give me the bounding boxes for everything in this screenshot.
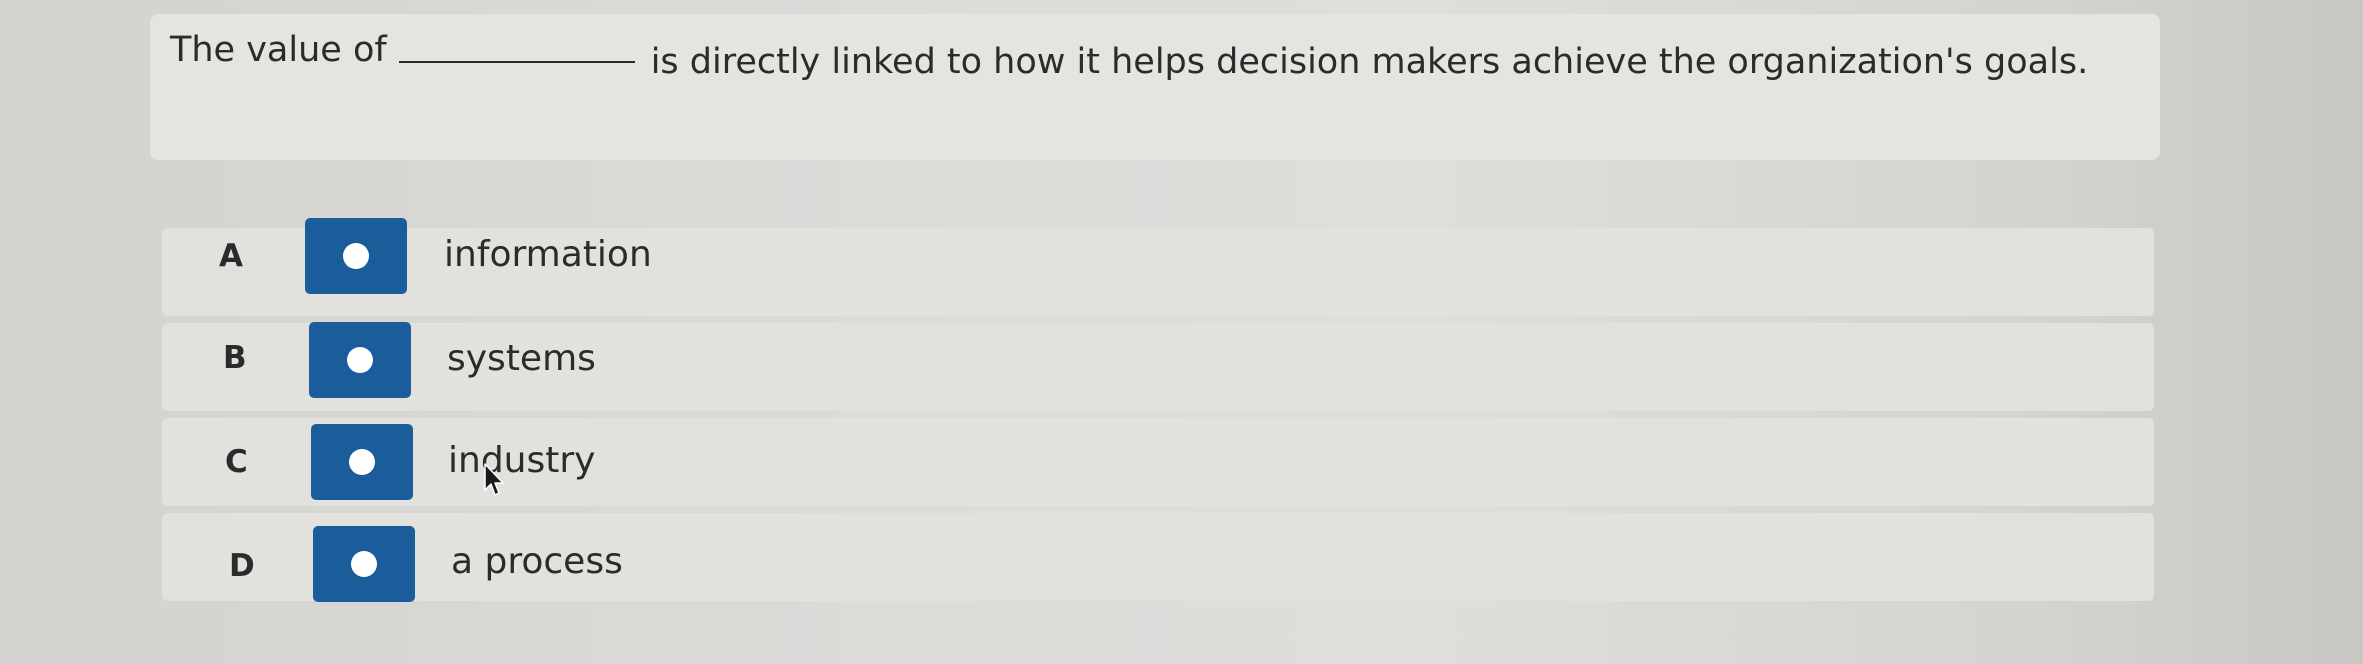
- option-letter-d: D: [229, 548, 255, 584]
- option-text-a: information: [444, 234, 652, 275]
- mouse-pointer-icon: [484, 463, 504, 496]
- question-text: The value of is directly linked to how it…: [170, 30, 2088, 82]
- radio-option-d[interactable]: [313, 526, 415, 602]
- option-text-b: systems: [447, 338, 596, 379]
- question-prefix: The value of: [170, 30, 387, 70]
- option-letter-c: C: [225, 444, 248, 480]
- option-text-c: industry: [448, 440, 596, 481]
- option-letter-b: B: [223, 340, 247, 376]
- radio-option-b[interactable]: [309, 322, 411, 398]
- radio-button-icon: [347, 347, 373, 373]
- question-suffix: is directly linked to how it helps decis…: [650, 42, 2089, 82]
- radio-button-icon: [349, 449, 375, 475]
- radio-button-icon: [351, 551, 377, 577]
- answer-blank: [398, 31, 635, 63]
- option-letter-a: A: [219, 238, 243, 274]
- radio-button-icon: [343, 243, 369, 269]
- radio-option-a[interactable]: [305, 218, 407, 294]
- radio-option-c[interactable]: [311, 424, 413, 500]
- option-text-d: a process: [451, 541, 623, 582]
